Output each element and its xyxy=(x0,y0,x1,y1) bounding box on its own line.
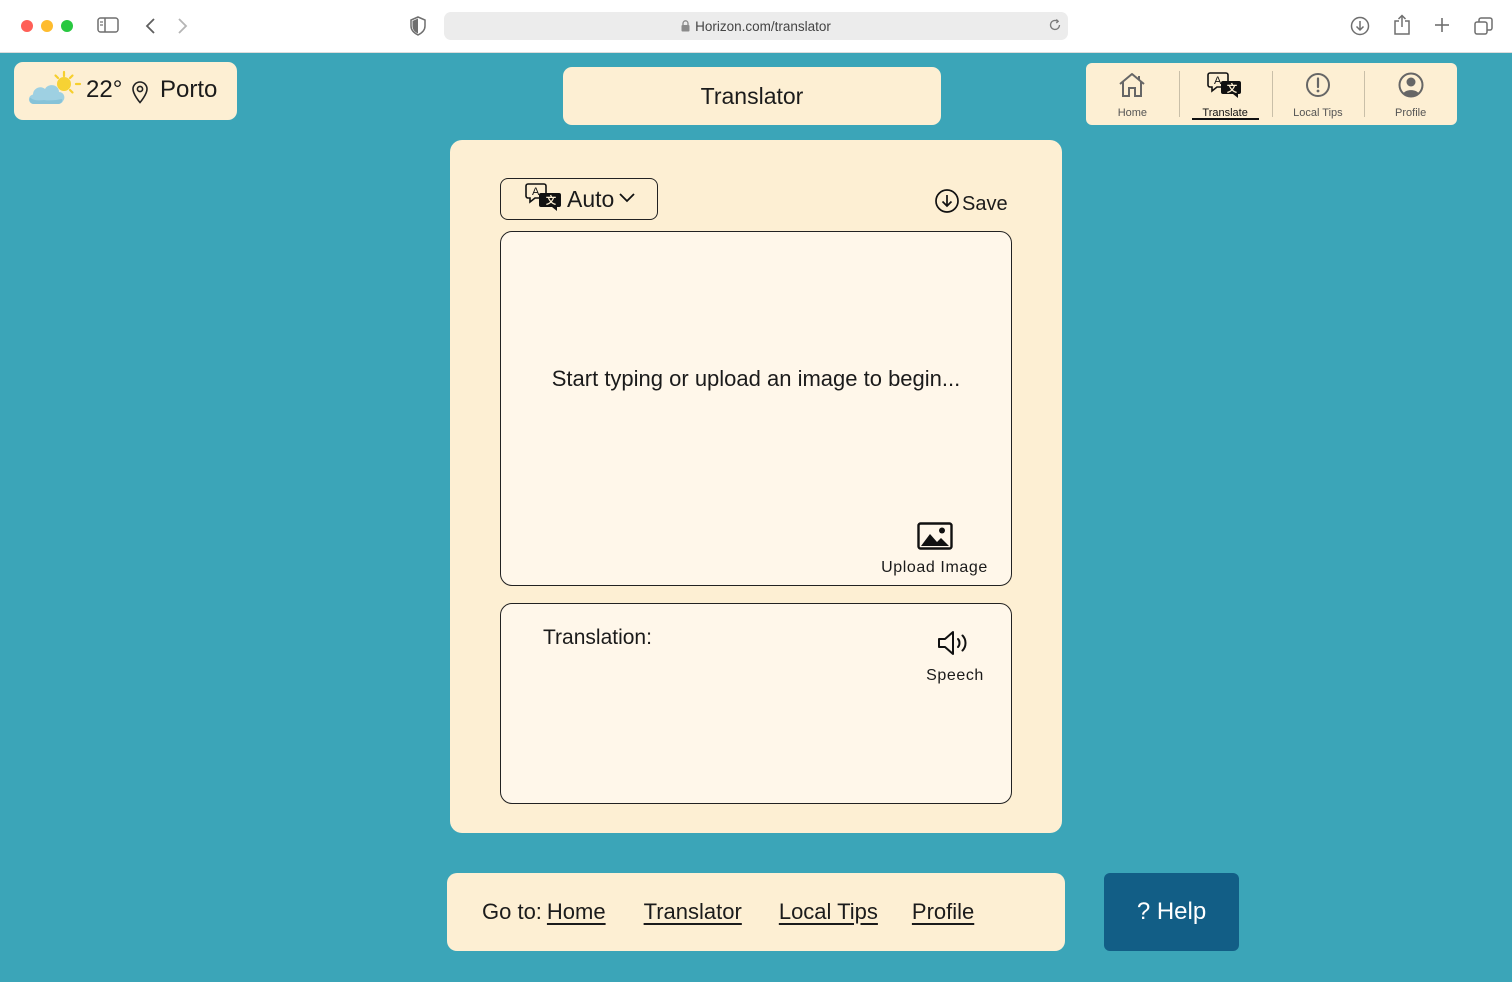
new-tab-icon[interactable] xyxy=(1434,17,1450,33)
nav-label-translate: Translate xyxy=(1202,107,1248,119)
page-title: Translator xyxy=(700,82,804,109)
upload-image-label: Upload Image xyxy=(881,559,988,576)
footer-link-profile[interactable]: Profile xyxy=(912,899,974,925)
partly-sunny-icon xyxy=(26,70,84,115)
back-icon[interactable] xyxy=(144,17,156,35)
weather-widget: 22° Porto xyxy=(14,62,237,120)
svg-text:文: 文 xyxy=(546,194,557,207)
browser-toolbar: Horizon.com/translator xyxy=(0,0,1512,53)
translator-panel: A文 Auto Save Start typing or upload an i… xyxy=(450,140,1062,833)
location-pin-icon xyxy=(131,80,149,109)
nav-label-home: Home xyxy=(1117,107,1148,119)
nav-item-local-tips[interactable]: Local Tips xyxy=(1271,63,1365,125)
user-circle-icon xyxy=(1397,71,1425,104)
speaker-icon xyxy=(937,630,973,661)
url-text: Horizon.com/translator xyxy=(695,18,831,34)
save-label: Save xyxy=(962,192,1008,215)
footer-link-home[interactable]: Home xyxy=(547,899,606,925)
minimize-window-button[interactable] xyxy=(41,20,53,32)
sidebar-toggle-icon[interactable] xyxy=(97,16,119,34)
speech-button[interactable]: Speech xyxy=(919,630,991,685)
translate-icon: A文 xyxy=(525,182,563,217)
source-language-dropdown[interactable]: A文 Auto xyxy=(500,178,658,220)
city-name: Porto xyxy=(160,76,218,103)
svg-text:文: 文 xyxy=(1227,82,1238,95)
footer-navigation: Go to: Home Translator Local Tips Profil… xyxy=(447,873,1065,951)
top-navigation: Home A文 Translate Local Tips Profile xyxy=(1086,63,1457,125)
privacy-shield-icon[interactable] xyxy=(409,16,427,36)
footer-link-local-tips[interactable]: Local Tips xyxy=(779,899,878,925)
tab-overview-icon[interactable] xyxy=(1474,17,1493,35)
download-circle-icon xyxy=(934,188,960,220)
chevron-down-icon xyxy=(618,190,636,208)
close-window-button[interactable] xyxy=(21,20,33,32)
nav-item-profile[interactable]: Profile xyxy=(1364,63,1457,125)
nav-label-local-tips: Local Tips xyxy=(1293,107,1343,119)
maximize-window-button[interactable] xyxy=(61,20,73,32)
downloads-icon[interactable] xyxy=(1350,16,1370,36)
source-text-input[interactable]: Start typing or upload an image to begin… xyxy=(500,231,1012,586)
footer-link-translator[interactable]: Translator xyxy=(644,899,742,925)
help-button[interactable]: ? Help xyxy=(1104,873,1239,951)
share-icon[interactable] xyxy=(1393,14,1411,36)
source-language-value: Auto xyxy=(567,185,615,212)
nav-label-profile: Profile xyxy=(1395,107,1427,119)
translate-icon: A文 xyxy=(1207,71,1243,104)
nav-item-translate[interactable]: A文 Translate xyxy=(1178,63,1272,125)
svg-text:A: A xyxy=(1214,75,1222,87)
reload-icon[interactable] xyxy=(1048,18,1062,32)
home-icon xyxy=(1117,71,1147,104)
alert-circle-icon xyxy=(1304,71,1332,104)
lock-icon xyxy=(681,20,690,32)
translation-output: Translation: Speech xyxy=(500,603,1012,804)
speech-label: Speech xyxy=(926,667,984,684)
svg-text:A: A xyxy=(532,186,540,198)
temperature: 22° xyxy=(86,76,123,103)
upload-image-button[interactable]: Upload Image xyxy=(877,522,992,577)
nav-item-home[interactable]: Home xyxy=(1086,63,1179,125)
save-button[interactable]: Save xyxy=(934,188,1008,220)
input-placeholder: Start typing or upload an image to begin… xyxy=(551,366,961,391)
translation-label: Translation: xyxy=(543,626,652,649)
page-title-card: Translator xyxy=(563,67,941,125)
image-icon xyxy=(916,522,953,555)
footer-prefix: Go to: xyxy=(482,899,542,924)
forward-icon[interactable] xyxy=(177,17,189,35)
address-bar[interactable]: Horizon.com/translator xyxy=(444,12,1068,40)
